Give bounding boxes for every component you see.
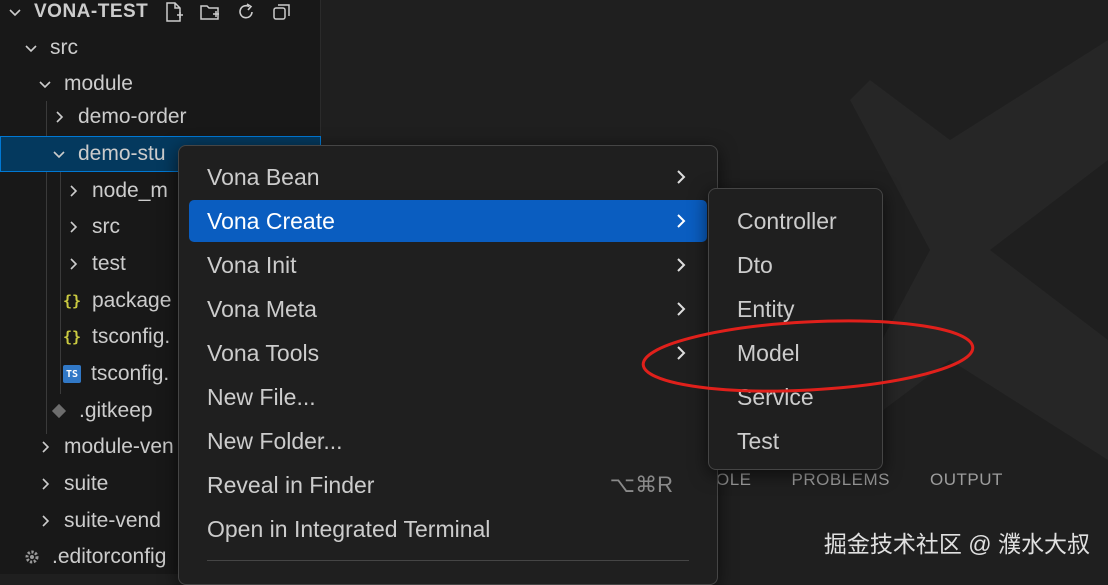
chevron-right-icon [677, 258, 686, 272]
menu-item-vona-create[interactable]: Vona Create [189, 200, 707, 242]
chevron-right-icon [36, 438, 54, 456]
menu-item-label: Reveal in Finder [207, 471, 375, 498]
gear-icon [22, 547, 42, 567]
tree-item-label: module-ven [64, 435, 174, 458]
menu-item-vona-tools[interactable]: Vona Tools [189, 332, 707, 374]
chevron-down-icon [6, 3, 24, 21]
context-menu: Vona Bean Vona Create Vona Init Vona Met… [178, 145, 718, 585]
menu-item-label: Vona Create [207, 207, 335, 234]
tree-item-label: node_m [92, 179, 168, 202]
menu-item-label: Vona Tools [207, 339, 320, 366]
chevron-down-icon [36, 75, 54, 93]
json-file-icon: {} [62, 328, 82, 346]
menu-item-label: Vona Bean [207, 163, 320, 190]
tree-item-label: .gitkeep [79, 399, 153, 422]
tree-item-label: src [50, 36, 78, 59]
json-file-icon: {} [62, 292, 82, 310]
tree-item-src[interactable]: src [0, 30, 321, 66]
submenu-item-controller[interactable]: Controller [717, 200, 874, 242]
collapse-all-icon[interactable] [270, 0, 294, 24]
chevron-right-icon [677, 346, 686, 360]
vona-create-submenu: Controller Dto Entity Model Service Test [708, 188, 883, 470]
tab-output[interactable]: OUTPUT [930, 470, 1003, 500]
new-file-icon[interactable] [162, 0, 186, 24]
tree-item-label: suite-vend [64, 509, 161, 532]
tree-item-label: src [92, 215, 120, 238]
tab-debug-console[interactable]: OLE [716, 470, 752, 500]
tree-item-demo-order[interactable]: demo-order [0, 99, 321, 135]
chevron-down-icon [50, 145, 68, 163]
tree-item-label: .editorconfig [52, 545, 167, 568]
chevron-right-icon [677, 302, 686, 316]
refresh-icon[interactable] [234, 0, 258, 24]
menu-item-new-folder[interactable]: New Folder... [189, 420, 707, 462]
explorer-toolbar [162, 0, 294, 24]
menu-item-vona-meta[interactable]: Vona Meta [189, 288, 707, 330]
tree-item-label: demo-stu [78, 142, 166, 165]
menu-separator [207, 560, 689, 561]
tree-item-label: tsconfig. [92, 325, 171, 348]
chevron-down-icon [22, 39, 40, 57]
tree-item-label: demo-order [78, 105, 187, 128]
submenu-item-test[interactable]: Test [717, 420, 874, 462]
project-title: VONA-TEST [34, 1, 149, 22]
tree-item-label: package [92, 289, 172, 312]
menu-item-label: New File... [207, 383, 316, 410]
submenu-item-entity[interactable]: Entity [717, 288, 874, 330]
menu-item-vona-init[interactable]: Vona Init [189, 244, 707, 286]
chevron-right-icon [677, 170, 686, 184]
project-header[interactable]: VONA-TEST [0, 0, 321, 30]
menu-item-label: Vona Init [207, 251, 297, 278]
submenu-item-model[interactable]: Model [717, 332, 874, 374]
submenu-item-service[interactable]: Service [717, 376, 874, 418]
git-icon [49, 401, 69, 421]
tree-item-module[interactable]: module [0, 66, 321, 102]
chevron-right-icon [36, 475, 54, 493]
chevron-right-icon [64, 218, 82, 236]
tree-item-label: module [64, 72, 133, 95]
chevron-right-icon [50, 108, 68, 126]
menu-item-reveal-in-finder[interactable]: Reveal in Finder ⌥⌘R [189, 464, 707, 506]
keyboard-shortcut: ⌥⌘R [609, 472, 673, 497]
menu-item-label: New Folder... [207, 427, 343, 454]
menu-item-new-file[interactable]: New File... [189, 376, 707, 418]
typescript-file-icon: TS [63, 365, 81, 383]
panel-tabs: OLE PROBLEMS OUTPUT [716, 470, 1003, 500]
tree-item-label: test [92, 252, 126, 275]
menu-item-label: Open in Integrated Terminal [207, 515, 491, 542]
submenu-item-dto[interactable]: Dto [717, 244, 874, 286]
chevron-right-icon [64, 182, 82, 200]
chevron-right-icon [36, 512, 54, 530]
menu-item-vona-bean[interactable]: Vona Bean [189, 156, 707, 198]
tab-problems[interactable]: PROBLEMS [792, 470, 890, 500]
chevron-right-icon [64, 255, 82, 273]
tree-item-label: suite [64, 472, 109, 495]
tree-item-label: tsconfig. [91, 362, 170, 385]
menu-item-label: Vona Meta [207, 295, 317, 322]
chevron-right-icon [677, 214, 686, 228]
menu-item-open-in-integrated-terminal[interactable]: Open in Integrated Terminal [189, 508, 707, 550]
new-folder-icon[interactable] [198, 0, 222, 24]
credit-watermark: 掘金技术社区 @ 濮水大叔 [823, 531, 1090, 557]
